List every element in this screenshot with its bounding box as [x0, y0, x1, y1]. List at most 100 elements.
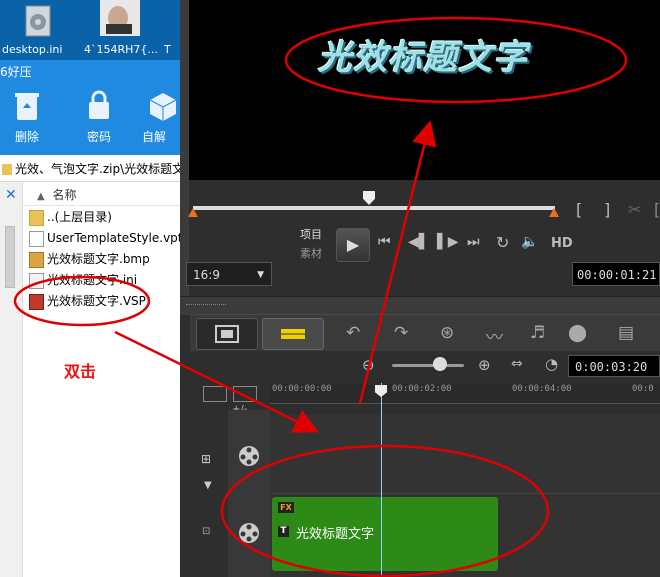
- fx-badge: FX: [278, 502, 294, 513]
- audio-mixer-icon[interactable]: 〰: [486, 323, 503, 348]
- vsp-file-icon: [29, 293, 44, 310]
- record-capture-icon[interactable]: ⊛: [440, 323, 454, 343]
- preview-timecode[interactable]: 00:00:01:21: [572, 262, 660, 286]
- column-header-name[interactable]: ▲ 名称: [23, 185, 180, 206]
- project-mode-label[interactable]: 项目: [300, 226, 322, 242]
- lock-icon: [89, 90, 109, 119]
- desktop-icon-label: T: [164, 43, 171, 56]
- column-header-label: 名称: [52, 188, 77, 202]
- show-all-tracks-icon[interactable]: [203, 386, 227, 402]
- chevron-down-icon: ▼: [257, 270, 264, 280]
- video-track-icon[interactable]: [238, 445, 260, 467]
- aspect-ratio-select[interactable]: 16:9 ▼: [186, 262, 272, 286]
- file-row[interactable]: 光效标题文字.bmp: [29, 249, 150, 269]
- track-lock-icon[interactable]: ⊡: [202, 526, 210, 537]
- file-name: UserTemplateStyle.vpt: [47, 231, 183, 245]
- ini-file-icon: [29, 272, 44, 289]
- project-duration-timecode[interactable]: 0:00:03:20: [568, 355, 660, 377]
- file-row[interactable]: 光效标题文字.ini: [29, 270, 137, 290]
- zoom-in-icon[interactable]: ⊕: [478, 356, 491, 374]
- recycle-icon: [15, 93, 39, 120]
- bmp-file-icon: [29, 251, 44, 268]
- selfextract-label: 自解: [142, 130, 167, 144]
- desktop-strip: desktop.ini 4`154RH7{... T: [0, 0, 180, 60]
- password-label: 密码: [86, 130, 111, 144]
- grip-handle[interactable]: [186, 304, 226, 308]
- overlay-track-icon[interactable]: [238, 522, 260, 544]
- clip-title-label: 光效标题文字: [296, 527, 375, 542]
- clip-mode-label[interactable]: 素材: [300, 245, 322, 261]
- password-button[interactable]: 密码: [74, 88, 124, 145]
- timeline-view-button[interactable]: [262, 318, 324, 350]
- mark-in-icon[interactable]: [: [576, 200, 582, 219]
- previous-frame-icon[interactable]: ◀▌: [408, 234, 430, 250]
- ruler-tick: 00:00:02:00: [392, 384, 452, 394]
- storyboard-view-button[interactable]: [196, 318, 258, 350]
- fit-project-icon[interactable]: ⇔: [511, 356, 523, 372]
- address-text: 光效、气泡文字.zip\光效标题文: [15, 162, 180, 176]
- undo-icon[interactable]: ↶: [346, 323, 360, 343]
- track-side-controls: [190, 410, 228, 577]
- ruler-tick: 00:00:00:00: [272, 384, 332, 394]
- file-row[interactable]: ..(上层目录): [29, 207, 112, 227]
- file-name: ..(上层目录): [47, 210, 112, 224]
- hd-toggle[interactable]: HD: [551, 236, 573, 251]
- mark-out-icon[interactable]: ]: [604, 200, 610, 219]
- sort-up-icon: ▲: [37, 191, 45, 202]
- go-to-start-icon[interactable]: ⏮: [378, 234, 391, 250]
- address-bar[interactable]: 光效、气泡文字.zip\光效标题文: [0, 157, 180, 182]
- desktop-icon-label: desktop.ini: [2, 43, 63, 56]
- track-headers: [228, 410, 270, 577]
- motion-tracking-icon[interactable]: ⬤: [568, 323, 587, 343]
- navigation-pane[interactable]: ✕: [0, 182, 23, 577]
- go-to-end-icon[interactable]: ⏭: [467, 234, 480, 250]
- folder-icon: [29, 209, 44, 226]
- track-manager-icon[interactable]: [233, 386, 257, 402]
- selfextract-button[interactable]: 自解: [142, 88, 182, 145]
- next-frame-icon[interactable]: ▌▶: [437, 234, 459, 250]
- gear-file-icon: [25, 5, 51, 37]
- panel-divider: [180, 296, 660, 315]
- desktop-icon-t[interactable]: T: [164, 0, 180, 60]
- play-button[interactable]: ▶: [336, 228, 370, 262]
- time-ruler[interactable]: 00:00:00:00 00:00:02:00 00:00:04:00 00:0: [270, 383, 660, 404]
- ruler-tick: 00:00:04:00: [512, 384, 572, 394]
- clock-icon[interactable]: ◔: [545, 355, 558, 373]
- zoom-slider-knob[interactable]: [433, 357, 447, 371]
- desktop-icon-image[interactable]: 4`154RH7{...: [84, 0, 158, 60]
- zoom-slider[interactable]: [392, 364, 464, 367]
- scrubber-bar[interactable]: [193, 206, 555, 210]
- mark-out-marker[interactable]: [549, 208, 559, 217]
- preview-title-text: 光效标题文字: [318, 38, 528, 78]
- playhead-line[interactable]: [381, 383, 382, 577]
- ruler-tick: 00:0: [632, 384, 654, 394]
- file-name: 光效标题文字.ini: [47, 273, 138, 287]
- volume-icon[interactable]: 🔈: [521, 234, 538, 250]
- ribbon-title: 6好压: [0, 65, 32, 79]
- annotation-double-click-label: 双击: [64, 362, 97, 381]
- repeat-icon[interactable]: ↻: [496, 233, 509, 252]
- haozip-ribbon: 6好压 删除 密码 自解: [0, 60, 180, 155]
- scrollbar[interactable]: [5, 226, 15, 288]
- zoom-out-icon[interactable]: ⊖: [362, 356, 375, 374]
- collapse-tracks-icon[interactable]: ▼: [204, 480, 212, 491]
- copy-icon[interactable]: [: [654, 200, 660, 219]
- subtitle-icon[interactable]: ▤: [618, 323, 634, 343]
- folder-icon: [2, 164, 12, 175]
- file-list: ▲ 名称 ..(上层目录) UserTemplateStyle.vpt 光效标题…: [23, 182, 183, 577]
- cut-icon[interactable]: ✂: [628, 200, 641, 219]
- delete-button[interactable]: 删除: [2, 88, 52, 145]
- delete-label: 删除: [14, 130, 39, 144]
- file-row-selected[interactable]: 光效标题文字.VSP: [29, 291, 146, 311]
- desktop-icon-label: 4`154RH7{...: [84, 43, 158, 56]
- desktop-icon-desktop-ini[interactable]: desktop.ini: [2, 0, 62, 60]
- file-row[interactable]: UserTemplateStyle.vpt: [29, 228, 183, 248]
- lock-tracks-icon[interactable]: ⊞: [201, 452, 211, 466]
- mark-in-marker[interactable]: [188, 208, 198, 217]
- image-thumbnail: [100, 0, 140, 36]
- video-track[interactable]: [270, 415, 660, 494]
- close-icon[interactable]: ✕: [5, 187, 17, 203]
- preview-window: [189, 0, 660, 180]
- auto-music-icon[interactable]: ♬: [530, 323, 545, 343]
- redo-icon[interactable]: ↷: [394, 323, 408, 343]
